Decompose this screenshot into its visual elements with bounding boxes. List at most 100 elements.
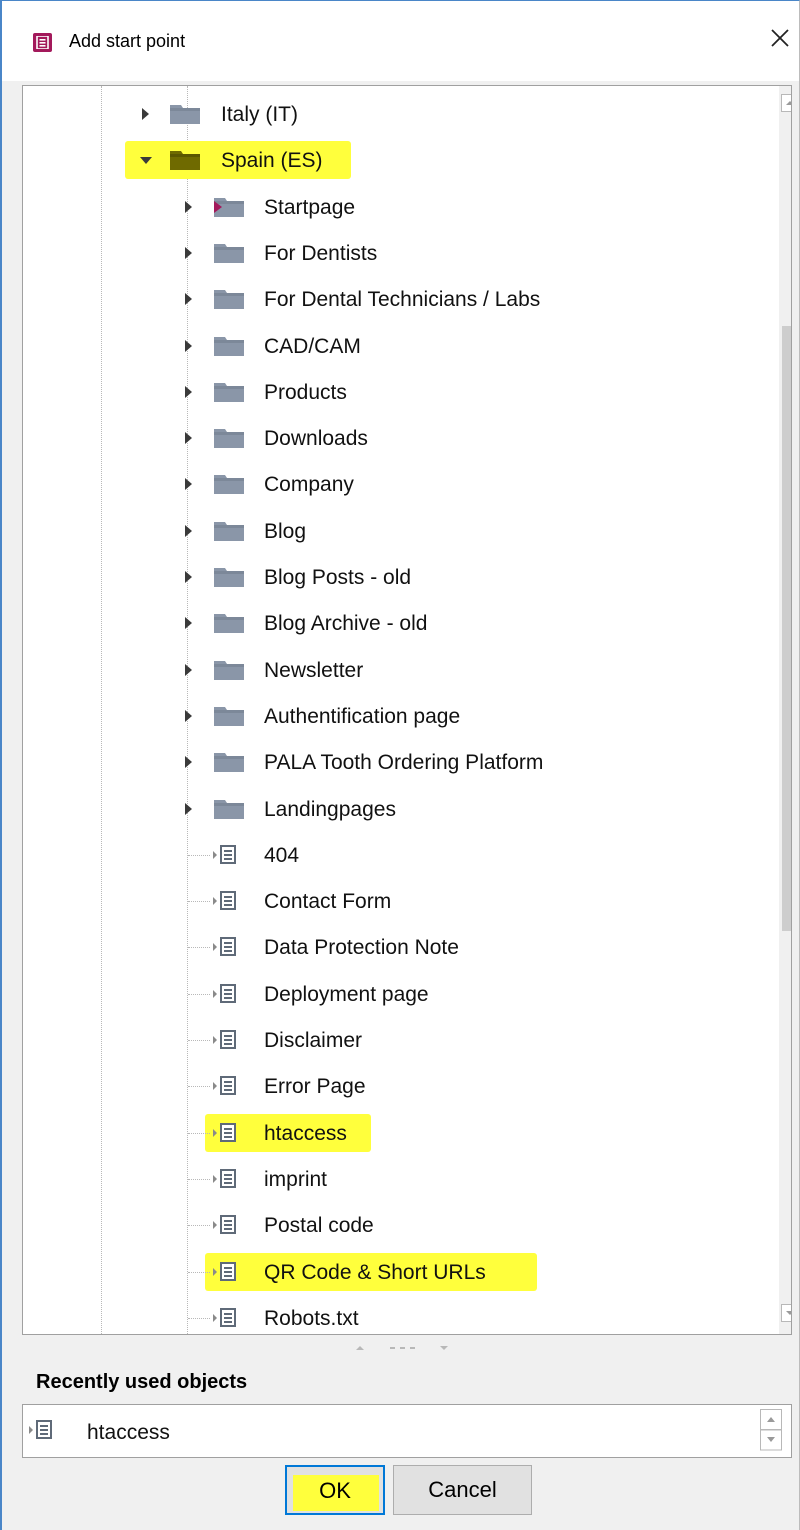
tree-connector (188, 994, 210, 995)
tree-item[interactable]: Landingpages (23, 789, 758, 829)
tree-item[interactable]: Postal code (23, 1205, 758, 1245)
page-icon (211, 891, 245, 911)
page-icon (211, 984, 245, 1004)
tree-item[interactable]: Downloads (23, 418, 758, 458)
tree-item-label: htaccess (264, 1122, 347, 1145)
tree-item-label: CAD/CAM (264, 335, 361, 358)
page-icon (211, 845, 245, 865)
tree-item-label: PALA Tooth Ordering Platform (264, 751, 544, 774)
ok-button[interactable]: OK (285, 1465, 385, 1515)
tree-item-label: Robots.txt (264, 1307, 359, 1330)
recent-objects-heading: Recently used objects (36, 1371, 248, 1393)
folder-icon (213, 658, 246, 682)
recent-objects-list[interactable]: htaccess (22, 1404, 792, 1458)
cancel-button[interactable]: Cancel (393, 1465, 532, 1515)
add-start-point-dialog: Add start point Italy (IT) Spain (ES) Star… (0, 0, 800, 1530)
tree-item-label: Deployment page (264, 983, 429, 1006)
page-icon (211, 1262, 245, 1282)
chevron-down-icon[interactable] (138, 152, 154, 168)
tree-item[interactable]: For Dental Technicians / Labs (23, 279, 758, 319)
folder-icon (213, 334, 246, 358)
tree-item[interactable]: For Dentists (23, 233, 758, 273)
tree-item[interactable]: Authentification page (23, 696, 758, 736)
tree-item-label: Landingpages (264, 798, 396, 821)
tree-item[interactable]: 404 (23, 835, 758, 875)
chevron-right-icon[interactable] (181, 384, 197, 400)
chevron-right-icon[interactable] (181, 338, 197, 354)
panel-splitter[interactable] (342, 1341, 462, 1353)
tree-item-label: For Dentists (264, 242, 378, 265)
tree-item[interactable]: Spain (ES) (23, 140, 758, 180)
page-icon (211, 1030, 245, 1050)
chevron-right-icon[interactable] (181, 476, 197, 492)
tree-item[interactable]: QR Code & Short URLs (23, 1252, 758, 1292)
chevron-right-icon[interactable] (181, 245, 197, 261)
tree-item[interactable]: Contact Form (23, 881, 758, 921)
start-folder-icon (213, 195, 246, 219)
tree-item-label: Spain (ES) (221, 149, 323, 172)
tree-item-label: 404 (264, 844, 300, 867)
page-icon (211, 1308, 245, 1328)
tree-item[interactable]: Blog Archive - old (23, 603, 758, 643)
folder-icon (213, 472, 246, 496)
folder-icon (213, 426, 246, 450)
chevron-right-icon[interactable] (181, 801, 197, 817)
chevron-right-icon[interactable] (181, 708, 197, 724)
tree-scrollbar[interactable] (779, 86, 791, 1334)
tree-item[interactable]: Products (23, 372, 758, 412)
tree-item[interactable]: Error Page (23, 1066, 758, 1106)
chevron-right-icon[interactable] (181, 430, 197, 446)
recent-list-spinner[interactable] (760, 1409, 782, 1451)
tree-item[interactable]: Newsletter (23, 650, 758, 690)
tree-item[interactable]: Data Protection Note (23, 927, 758, 967)
page-icon (211, 937, 245, 957)
page-icon (211, 1123, 245, 1143)
tree-item[interactable]: Blog (23, 511, 758, 551)
scroll-down-button[interactable] (781, 1304, 791, 1322)
tree-item[interactable]: Disclaimer (23, 1020, 758, 1060)
tree-item-label: QR Code & Short URLs (264, 1261, 486, 1284)
tree-connector (188, 855, 210, 856)
tree-item[interactable]: Startpage (23, 187, 758, 227)
tree-item-label: Error Page (264, 1075, 366, 1098)
scroll-thumb[interactable] (782, 326, 791, 931)
chevron-right-icon[interactable] (181, 199, 197, 215)
scroll-up-button[interactable] (781, 94, 791, 112)
object-tree[interactable]: Italy (IT) Spain (ES) Startpage For Dentist… (22, 85, 792, 1335)
tree-item-label: Company (264, 473, 354, 496)
chevron-right-icon[interactable] (181, 754, 197, 770)
tree-item[interactable]: htaccess (23, 1113, 758, 1153)
tree-connector (188, 1225, 210, 1226)
tree-connector (188, 1179, 210, 1180)
folder-icon (213, 380, 246, 404)
chevron-right-icon[interactable] (181, 291, 197, 307)
folder-icon (213, 287, 246, 311)
tree-connector (188, 1272, 210, 1273)
chevron-right-icon[interactable] (181, 569, 197, 585)
folder-icon (213, 565, 246, 589)
tree-item[interactable]: Robots.txt (23, 1298, 758, 1334)
tree-item[interactable]: CAD/CAM (23, 326, 758, 366)
folder-icon (213, 797, 246, 821)
tree-item[interactable]: Company (23, 464, 758, 504)
tree-item-label: Products (264, 381, 347, 404)
folder-icon (213, 611, 246, 635)
tree-item[interactable]: Blog Posts - old (23, 557, 758, 597)
tree-connector (188, 901, 210, 902)
recent-item-label: htaccess (87, 1421, 170, 1444)
chevron-right-icon[interactable] (181, 615, 197, 631)
close-icon[interactable] (764, 23, 794, 53)
tree-item-label: Authentification page (264, 705, 461, 728)
chevron-right-icon[interactable] (181, 523, 197, 539)
tree-item-label: Blog Archive - old (264, 612, 428, 635)
tree-item[interactable]: PALA Tooth Ordering Platform (23, 742, 758, 782)
tree-item[interactable]: imprint (23, 1159, 758, 1199)
tree-item[interactable]: Deployment page (23, 974, 758, 1014)
chevron-right-icon[interactable] (138, 106, 154, 122)
folder-icon (213, 241, 246, 265)
tree-item-label: Contact Form (264, 890, 392, 913)
chevron-right-icon[interactable] (181, 662, 197, 678)
tree-connector (188, 1040, 210, 1041)
tree-item[interactable]: Italy (IT) (23, 94, 758, 134)
recent-item-htaccess[interactable]: htaccess (23, 1417, 723, 1447)
